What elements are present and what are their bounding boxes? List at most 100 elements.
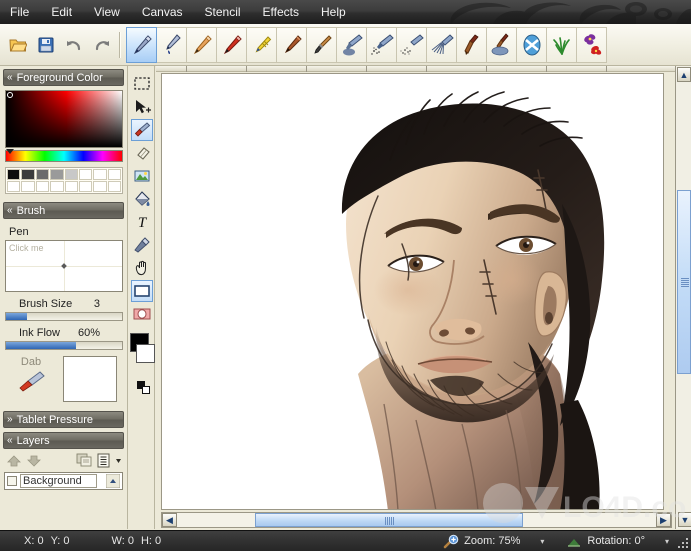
scroll-up-arrow[interactable]: ▲ bbox=[677, 67, 691, 82]
layer-move-up-icon[interactable] bbox=[6, 454, 22, 468]
layer-move-down-icon[interactable] bbox=[26, 454, 42, 468]
menu-item-view[interactable]: View bbox=[84, 2, 130, 23]
foreground-background-color-swatches[interactable] bbox=[129, 333, 155, 377]
resize-grip[interactable] bbox=[677, 537, 689, 549]
color-swatch[interactable] bbox=[93, 181, 106, 192]
artboard[interactable] bbox=[161, 73, 664, 510]
color-swatch[interactable] bbox=[36, 169, 49, 180]
menu-item-effects[interactable]: Effects bbox=[253, 2, 309, 23]
brush-size-slider[interactable] bbox=[5, 312, 123, 321]
tool-pencil[interactable] bbox=[186, 27, 217, 63]
tool-palette-knife[interactable] bbox=[486, 27, 517, 63]
scroll-right-arrow[interactable]: ▶ bbox=[656, 513, 671, 527]
brush-preview-area[interactable]: Click me bbox=[5, 240, 123, 292]
tool-flower-sticker[interactable] bbox=[576, 27, 607, 63]
panel-header-foreground-color[interactable]: « Foreground Color bbox=[3, 69, 124, 86]
dab-brush-icon[interactable] bbox=[14, 368, 48, 396]
color-swatch[interactable] bbox=[7, 169, 20, 180]
scroll-left-arrow[interactable]: ◀ bbox=[162, 513, 177, 527]
color-swatch[interactable] bbox=[21, 169, 34, 180]
list-item[interactable]: Background bbox=[4, 472, 123, 490]
layer-menu-icon[interactable] bbox=[97, 453, 110, 468]
hscroll-track-left[interactable] bbox=[177, 513, 255, 527]
tool-airbrush[interactable] bbox=[366, 27, 397, 63]
tool-red-pencil[interactable] bbox=[216, 27, 247, 63]
undo-icon[interactable] bbox=[62, 33, 86, 57]
background-color-swatch[interactable] bbox=[136, 344, 155, 363]
color-swatch[interactable] bbox=[79, 169, 92, 180]
rotation-value-label[interactable]: Rotation: 0° bbox=[587, 535, 645, 547]
menu-item-edit[interactable]: Edit bbox=[41, 2, 82, 23]
tool-grass-sticker[interactable] bbox=[546, 27, 577, 63]
color-swatch[interactable] bbox=[65, 169, 78, 180]
ink-flow-slider[interactable] bbox=[5, 341, 123, 350]
tool-strip: T bbox=[129, 66, 155, 529]
tool-reference[interactable] bbox=[131, 165, 153, 187]
color-swatch[interactable] bbox=[21, 181, 34, 192]
panel-header-tablet-pressure[interactable]: » Tablet Pressure bbox=[3, 411, 124, 428]
tool-watercolor[interactable] bbox=[336, 27, 367, 63]
menu-item-file[interactable]: File bbox=[0, 2, 39, 23]
dab-preview-box[interactable] bbox=[63, 356, 117, 402]
tool-stencil[interactable] bbox=[131, 303, 153, 325]
tool-text[interactable]: T bbox=[131, 211, 153, 233]
zoom-dropdown-icon[interactable]: ▾ bbox=[540, 537, 544, 546]
open-icon[interactable] bbox=[6, 33, 30, 57]
menu-item-stencil[interactable]: Stencil bbox=[195, 2, 251, 23]
layer-scroll-up-icon[interactable] bbox=[106, 474, 120, 488]
tool-gloop-pen[interactable] bbox=[516, 27, 547, 63]
rotation-icon[interactable] bbox=[566, 534, 583, 549]
tool-paint-brush[interactable] bbox=[306, 27, 337, 63]
vscroll-thumb[interactable] bbox=[677, 190, 691, 374]
color-swatch[interactable] bbox=[36, 181, 49, 192]
vertical-scrollbar[interactable]: ▲ ▼ bbox=[675, 66, 691, 529]
hscroll-track-right[interactable] bbox=[523, 513, 656, 527]
tool-crayon[interactable] bbox=[246, 27, 277, 63]
rotation-dropdown-icon[interactable]: ▾ bbox=[665, 537, 669, 546]
zoom-level-label[interactable]: Zoom: 75% bbox=[464, 535, 520, 547]
color-swatch-grid[interactable] bbox=[5, 167, 123, 194]
color-swatch[interactable] bbox=[108, 169, 121, 180]
panel-header-layers[interactable]: « Layers bbox=[3, 432, 124, 449]
tool-inking-pen[interactable] bbox=[156, 27, 187, 63]
color-swatch[interactable] bbox=[93, 169, 106, 180]
hue-slider[interactable] bbox=[5, 150, 123, 162]
vscroll-grip bbox=[681, 278, 689, 287]
tool-eraser[interactable] bbox=[131, 142, 153, 164]
layer-visibility-checkbox[interactable] bbox=[7, 476, 17, 486]
color-swatch[interactable] bbox=[7, 181, 20, 192]
layer-name-label[interactable]: Background bbox=[20, 474, 97, 488]
horizontal-scrollbar[interactable]: ◀ ▶ bbox=[161, 512, 672, 528]
tool-marker[interactable] bbox=[276, 27, 307, 63]
tool-pen[interactable] bbox=[126, 27, 157, 63]
color-swatch[interactable] bbox=[79, 181, 92, 192]
redo-icon[interactable] bbox=[90, 33, 114, 57]
hscroll-thumb[interactable] bbox=[255, 513, 523, 527]
chevron-down-icon[interactable] bbox=[114, 453, 123, 468]
tool-pan[interactable] bbox=[131, 257, 153, 279]
zoom-magnifier-icon[interactable] bbox=[443, 534, 460, 549]
color-swatch[interactable] bbox=[65, 181, 78, 192]
color-saturation-value-picker[interactable] bbox=[5, 90, 123, 148]
tool-spray-paint[interactable] bbox=[396, 27, 427, 63]
brush-dab-marker bbox=[61, 263, 67, 269]
layer-duplicate-icon[interactable] bbox=[76, 453, 93, 468]
save-icon[interactable] bbox=[34, 33, 58, 57]
panel-body-foreground-color bbox=[0, 86, 127, 196]
tool-color-picker[interactable] bbox=[131, 234, 153, 256]
menu-item-help[interactable]: Help bbox=[311, 2, 356, 23]
tool-oil-brush[interactable] bbox=[456, 27, 487, 63]
panel-header-brush[interactable]: « Brush bbox=[3, 202, 124, 219]
tool-paint[interactable] bbox=[131, 119, 153, 141]
color-swatch[interactable] bbox=[50, 181, 63, 192]
tool-canvas[interactable] bbox=[131, 280, 153, 302]
scroll-down-arrow[interactable]: ▼ bbox=[678, 512, 691, 527]
color-swatch[interactable] bbox=[50, 169, 63, 180]
tool-select-marquee[interactable] bbox=[131, 73, 153, 95]
swap-colors-icon[interactable] bbox=[137, 381, 151, 395]
tool-transform[interactable] bbox=[131, 96, 153, 118]
tool-fan-brush[interactable] bbox=[426, 27, 457, 63]
menu-item-canvas[interactable]: Canvas bbox=[132, 2, 193, 23]
color-swatch[interactable] bbox=[108, 181, 121, 192]
tool-fill[interactable] bbox=[131, 188, 153, 210]
